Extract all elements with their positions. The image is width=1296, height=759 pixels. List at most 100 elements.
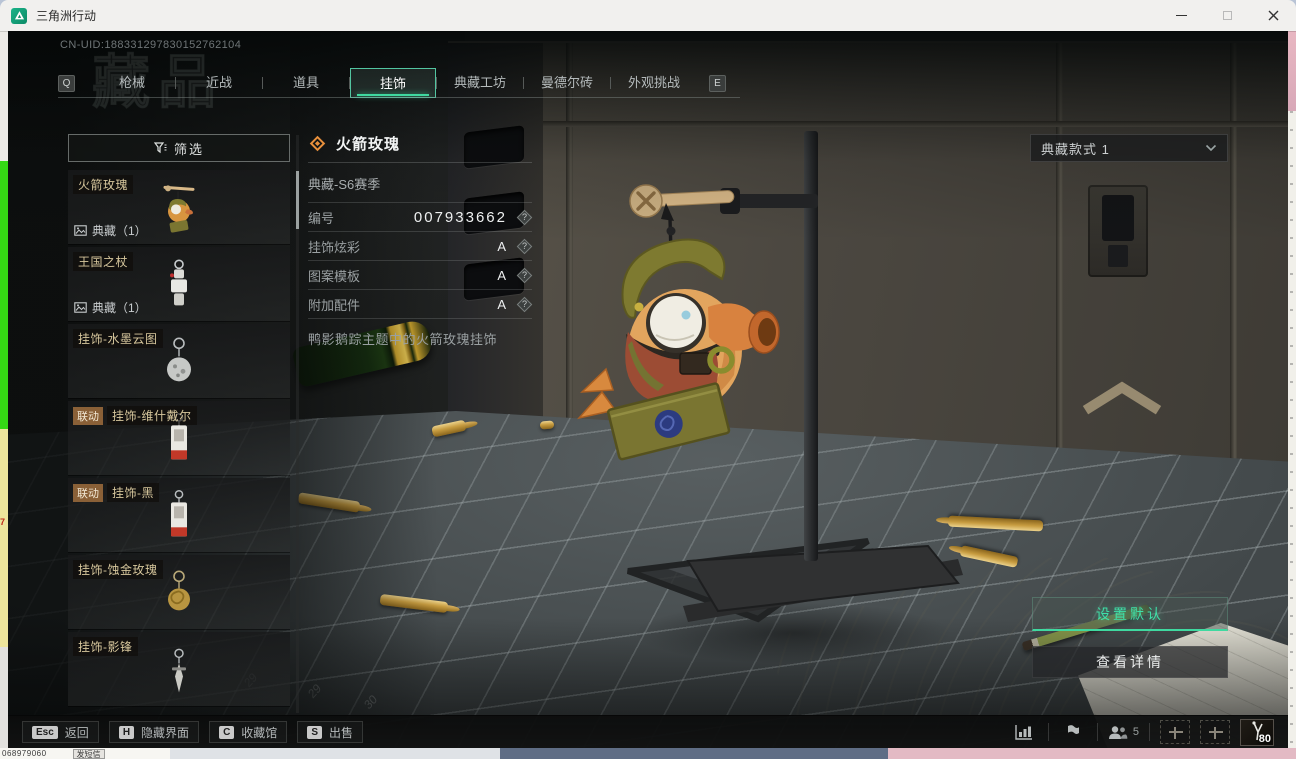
tabbar-underline <box>58 97 740 98</box>
icon-separator <box>1047 723 1049 741</box>
bar-chart-icon <box>1015 725 1032 740</box>
tab-典藏工坊[interactable]: 典藏工坊 <box>437 68 523 98</box>
charm-list-item-挂饰-影锋[interactable]: 挂饰-影锋 <box>68 632 290 706</box>
charm-list-item-火箭玫瑰[interactable]: 火箭玫瑰 典藏（1） <box>68 170 290 244</box>
shortcut-label: 收藏馆 <box>241 725 278 740</box>
equipped-charm-slot[interactable]: 80 <box>1240 718 1274 746</box>
close-button[interactable] <box>1250 0 1296 31</box>
item-label: 火箭玫瑰 <box>73 175 134 194</box>
next-tab-key[interactable]: E <box>709 74 726 92</box>
shortcut-返回[interactable]: Esc 返回 <box>22 721 99 743</box>
duck-charm-thumbnail <box>157 180 201 238</box>
shortcut-收藏馆[interactable]: C 收藏馆 <box>209 721 288 743</box>
app-logo-icon <box>11 7 27 24</box>
charm-list-item-挂饰-水墨云图[interactable]: 挂饰-水墨云图 <box>68 324 290 398</box>
icon-separator <box>1149 723 1150 741</box>
charm-sidebar: 筛选 火箭玫瑰 典藏（1） 王国之杖 典藏（1） 挂饰-水墨云图 联动 挂饰-维… <box>68 134 290 706</box>
item-label: 联动 挂饰-维什戴尔 <box>73 406 197 425</box>
detail-row-附加配件: 附加配件 A ? <box>308 290 533 319</box>
item-name: 挂饰-维什戴尔 <box>107 406 197 425</box>
detail-row-value: A <box>497 238 507 254</box>
window-titlebar: 三角洲行动 <box>0 0 1296 31</box>
detail-rows: 编号 007933662 ? 挂饰炫彩 A ? 图案模板 A ? 附加配件 A … <box>308 203 533 319</box>
charm-list: 火箭玫瑰 典藏（1） 王国之杖 典藏（1） 挂饰-水墨云图 联动 挂饰-维什戴尔… <box>68 170 290 706</box>
shortcut-key: Esc <box>32 725 58 739</box>
card-charm-thumbnail <box>157 488 201 546</box>
detail-title-row: 火箭玫瑰 <box>308 127 532 159</box>
filter-button[interactable]: 筛选 <box>68 134 290 162</box>
tab-枪械[interactable]: 枪械 <box>89 68 175 98</box>
tab-曼德尔砖[interactable]: 曼德尔砖 <box>524 68 610 98</box>
maximize-icon <box>1222 11 1232 20</box>
game-viewport: 292930 <box>8 31 1288 748</box>
sms-button[interactable]: 发短信 <box>72 748 105 759</box>
duck-book <box>607 382 731 461</box>
tab-近战[interactable]: 近战 <box>176 68 262 98</box>
tab-道具[interactable]: 道具 <box>263 68 349 98</box>
set-default-button[interactable]: 设置默认 <box>1032 597 1228 631</box>
crate-latch <box>1088 185 1148 277</box>
dagger-charm-thumbnail <box>157 642 201 700</box>
flag-icon <box>1067 725 1079 739</box>
charm-list-item-挂饰-蚀金玫瑰[interactable]: 挂饰-蚀金玫瑰 <box>68 555 290 629</box>
empty-slot-button[interactable] <box>1160 720 1190 744</box>
picture-icon <box>74 225 87 236</box>
item-label: 挂饰-蚀金玫瑰 <box>73 560 163 579</box>
action-buttons: 设置默认 查看详情 <box>1032 597 1228 678</box>
charm-description: 鸭影鹅踪主题中的火箭玫瑰挂饰 <box>308 332 498 347</box>
item-footer-label: 典藏（1） <box>92 224 147 238</box>
shortcut-list: Esc 返回 H 隐藏界面 C 收藏馆 S 出售 <box>22 721 363 743</box>
tab-挂饰[interactable]: 挂饰 <box>350 68 436 98</box>
eye-glint <box>681 310 691 320</box>
shortcut-隐藏界面[interactable]: H 隐藏界面 <box>108 721 200 743</box>
plus-icon <box>1174 727 1176 739</box>
chevron-down-icon <box>1205 144 1217 152</box>
view-details-button[interactable]: 查看详情 <box>1032 646 1228 678</box>
prev-tab-key[interactable]: Q <box>58 74 75 92</box>
style-dropdown[interactable]: 典藏款式 1 <box>1030 134 1228 162</box>
item-label: 联动 挂饰-黑 <box>73 483 159 502</box>
desktop-bottom-app: 068979060 发短信 <box>0 748 170 759</box>
stats-button[interactable] <box>1010 721 1038 743</box>
list-scrollbar[interactable] <box>296 135 299 713</box>
close-icon <box>1268 10 1278 21</box>
charm-list-item-王国之杖[interactable]: 王国之杖 典藏（1） <box>68 247 290 321</box>
help-diamond-icon[interactable]: ? <box>516 267 533 283</box>
detail-row-label: 附加配件 <box>308 297 361 313</box>
friends-count: 5 <box>1132 726 1139 738</box>
desktop-bottom-edge: 068979060 发短信 <box>0 748 1296 759</box>
item-name: 王国之杖 <box>73 252 134 271</box>
help-diamond-icon[interactable]: ? <box>516 209 533 225</box>
minimize-button[interactable] <box>1158 0 1204 31</box>
detail-row-value: A <box>497 267 507 283</box>
social-button[interactable]: 5 <box>1108 725 1139 740</box>
collab-badge: 联动 <box>73 406 103 425</box>
charm-list-item-挂饰-黑[interactable]: 联动 挂饰-黑 <box>68 478 290 552</box>
maximize-button[interactable] <box>1204 0 1250 31</box>
charm-list-item-挂饰-维什戴尔[interactable]: 联动 挂饰-维什戴尔 <box>68 401 290 475</box>
tab-外观挑战[interactable]: 外观挑战 <box>611 68 697 98</box>
horn-opening <box>758 318 776 346</box>
cord-knot <box>666 226 676 236</box>
shortcut-label: 出售 <box>328 725 353 740</box>
desktop-left-gray <box>0 647 8 759</box>
empty-slot-button[interactable] <box>1200 720 1230 744</box>
help-diamond-icon[interactable]: ? <box>516 296 533 312</box>
mat-ruler-number: 30 <box>361 691 380 713</box>
item-name: 挂饰-影锋 <box>73 637 138 656</box>
style-dropdown-value: 典藏款式 1 <box>1041 141 1110 157</box>
shortcut-出售[interactable]: S 出售 <box>297 721 363 743</box>
desktop-bottom-slate <box>500 748 888 759</box>
player-uid: CN-UID:188331297830152762104 <box>60 39 242 51</box>
detail-row-label: 编号 <box>308 210 335 226</box>
item-name: 挂饰-蚀金玫瑰 <box>73 560 163 579</box>
help-diamond-icon[interactable]: ? <box>516 238 533 254</box>
shortcut-key: H <box>118 725 135 739</box>
item-name: 挂饰-黑 <box>107 483 159 502</box>
report-button[interactable] <box>1059 721 1087 743</box>
filter-icon <box>153 142 167 154</box>
bottom-app-digits: 068979060 <box>2 749 47 758</box>
mat-ruler-number: 29 <box>305 680 324 702</box>
bottom-bar: Esc 返回 H 隐藏界面 C 收藏馆 S 出售 5 80 <box>8 715 1288 748</box>
charm-3d-preview[interactable] <box>568 91 988 651</box>
